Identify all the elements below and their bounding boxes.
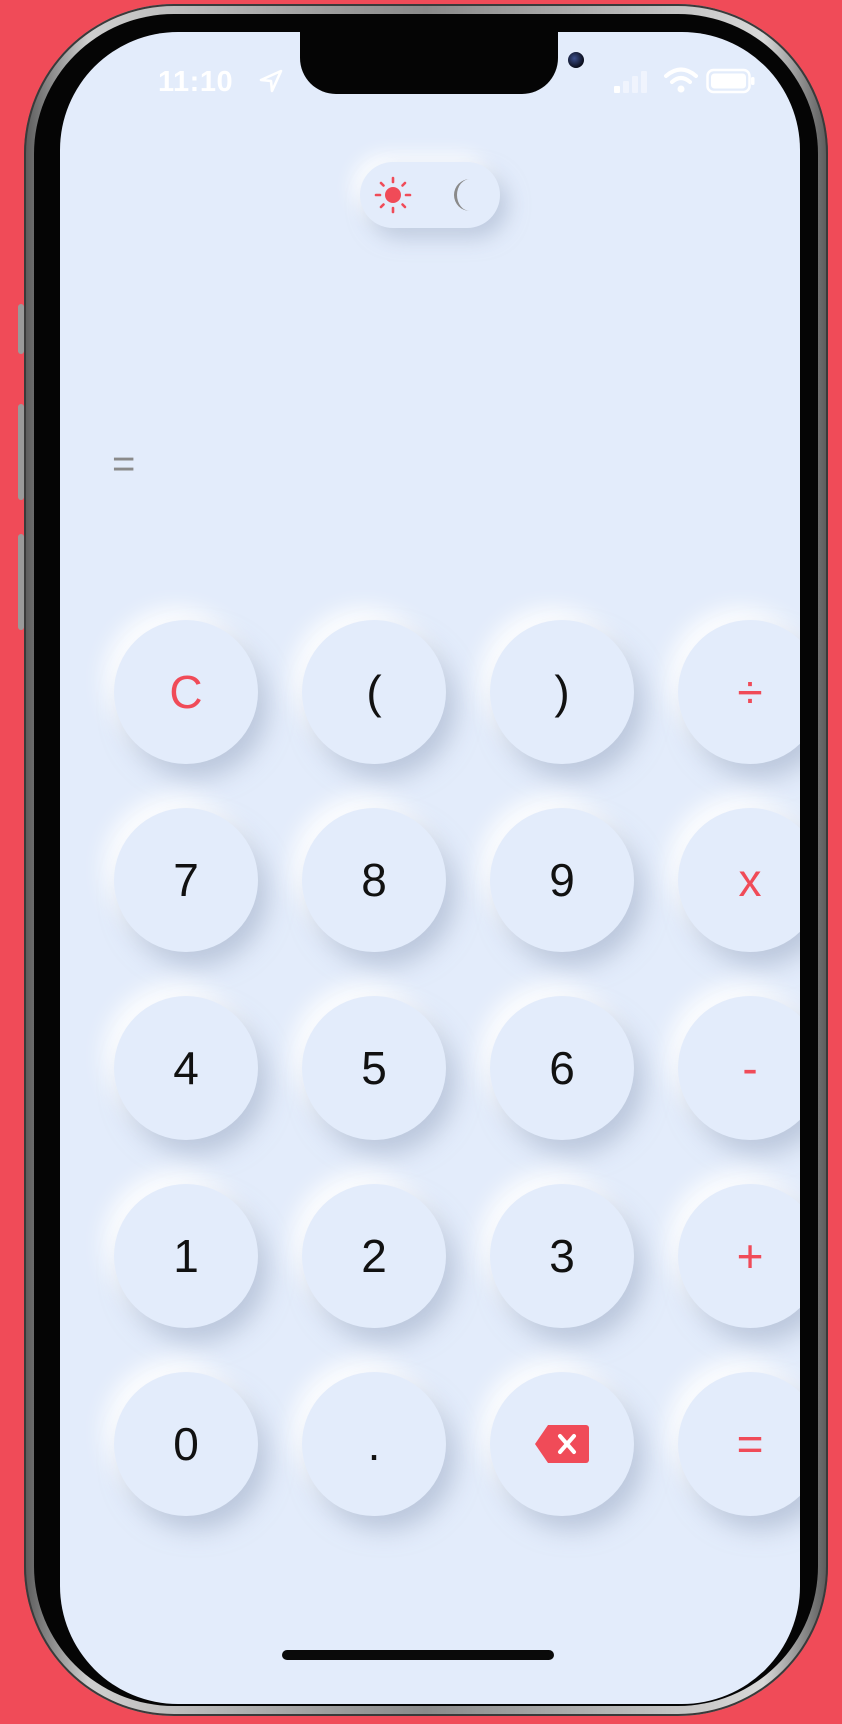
equals-button[interactable]: = [678, 1372, 800, 1516]
phone-frame: 11:10 = C () ÷ 7 8 9 x 4 5 6 - 1 2 3 + … [18, 4, 828, 1716]
key-label: C [169, 666, 203, 718]
divide-button[interactable]: ÷ [678, 620, 800, 764]
key-label: 3 [549, 1230, 575, 1282]
digit-5-button[interactable]: 5 [302, 996, 446, 1140]
key-label: 7 [173, 854, 199, 906]
key-label: 1 [173, 1230, 199, 1282]
digit-2-button[interactable]: 2 [302, 1184, 446, 1328]
key-label: . [367, 1418, 381, 1470]
multiply-button[interactable]: x [678, 808, 800, 952]
home-indicator[interactable] [282, 1650, 554, 1660]
key-label: 9 [549, 854, 575, 906]
key-label: 8 [361, 854, 387, 906]
volume-down-button [18, 534, 24, 630]
wifi-icon [664, 67, 698, 93]
digit-1-button[interactable]: 1 [114, 1184, 258, 1328]
digit-4-button[interactable]: 4 [114, 996, 258, 1140]
camera-icon [568, 52, 584, 68]
open-paren-button[interactable]: ( [302, 620, 446, 764]
digit-0-button[interactable]: 0 [114, 1372, 258, 1516]
backspace-button[interactable] [490, 1372, 634, 1516]
volume-up-button [18, 404, 24, 500]
key-label: = [736, 1418, 764, 1470]
key-label: 6 [549, 1042, 575, 1094]
add-button[interactable]: + [678, 1184, 800, 1328]
digit-3-button[interactable]: 3 [490, 1184, 634, 1328]
key-label: x [738, 854, 762, 906]
decimal-button[interactable]: . [302, 1372, 446, 1516]
digit-6-button[interactable]: 6 [490, 996, 634, 1140]
moon-icon[interactable] [446, 176, 478, 214]
backspace-icon [535, 1425, 589, 1463]
key-label: ( [366, 666, 382, 718]
key-label: 4 [173, 1042, 199, 1094]
digit-9-button[interactable]: 9 [490, 808, 634, 952]
key-label: 0 [173, 1418, 199, 1470]
key-label: 5 [361, 1042, 387, 1094]
status-time: 11:10 [158, 66, 234, 98]
screen: 11:10 = C () ÷ 7 8 9 x 4 5 6 - 1 2 3 + … [60, 32, 800, 1704]
result-display: = [112, 442, 136, 486]
key-label: - [742, 1042, 758, 1094]
sun-icon[interactable] [374, 176, 412, 214]
key-label: ) [554, 666, 570, 718]
subtract-button[interactable]: - [678, 996, 800, 1140]
digit-7-button[interactable]: 7 [114, 808, 258, 952]
theme-toggle[interactable] [360, 162, 500, 228]
notch [300, 32, 584, 94]
silent-switch [18, 304, 24, 354]
key-label: ÷ [737, 666, 763, 718]
digit-8-button[interactable]: 8 [302, 808, 446, 952]
cellular-signal-icon [614, 71, 647, 93]
clear-button[interactable]: C [114, 620, 258, 764]
key-label: 2 [361, 1230, 387, 1282]
battery-icon [706, 68, 755, 94]
location-arrow-icon [259, 69, 283, 93]
key-label: + [736, 1230, 764, 1282]
close-paren-button[interactable]: ) [490, 620, 634, 764]
